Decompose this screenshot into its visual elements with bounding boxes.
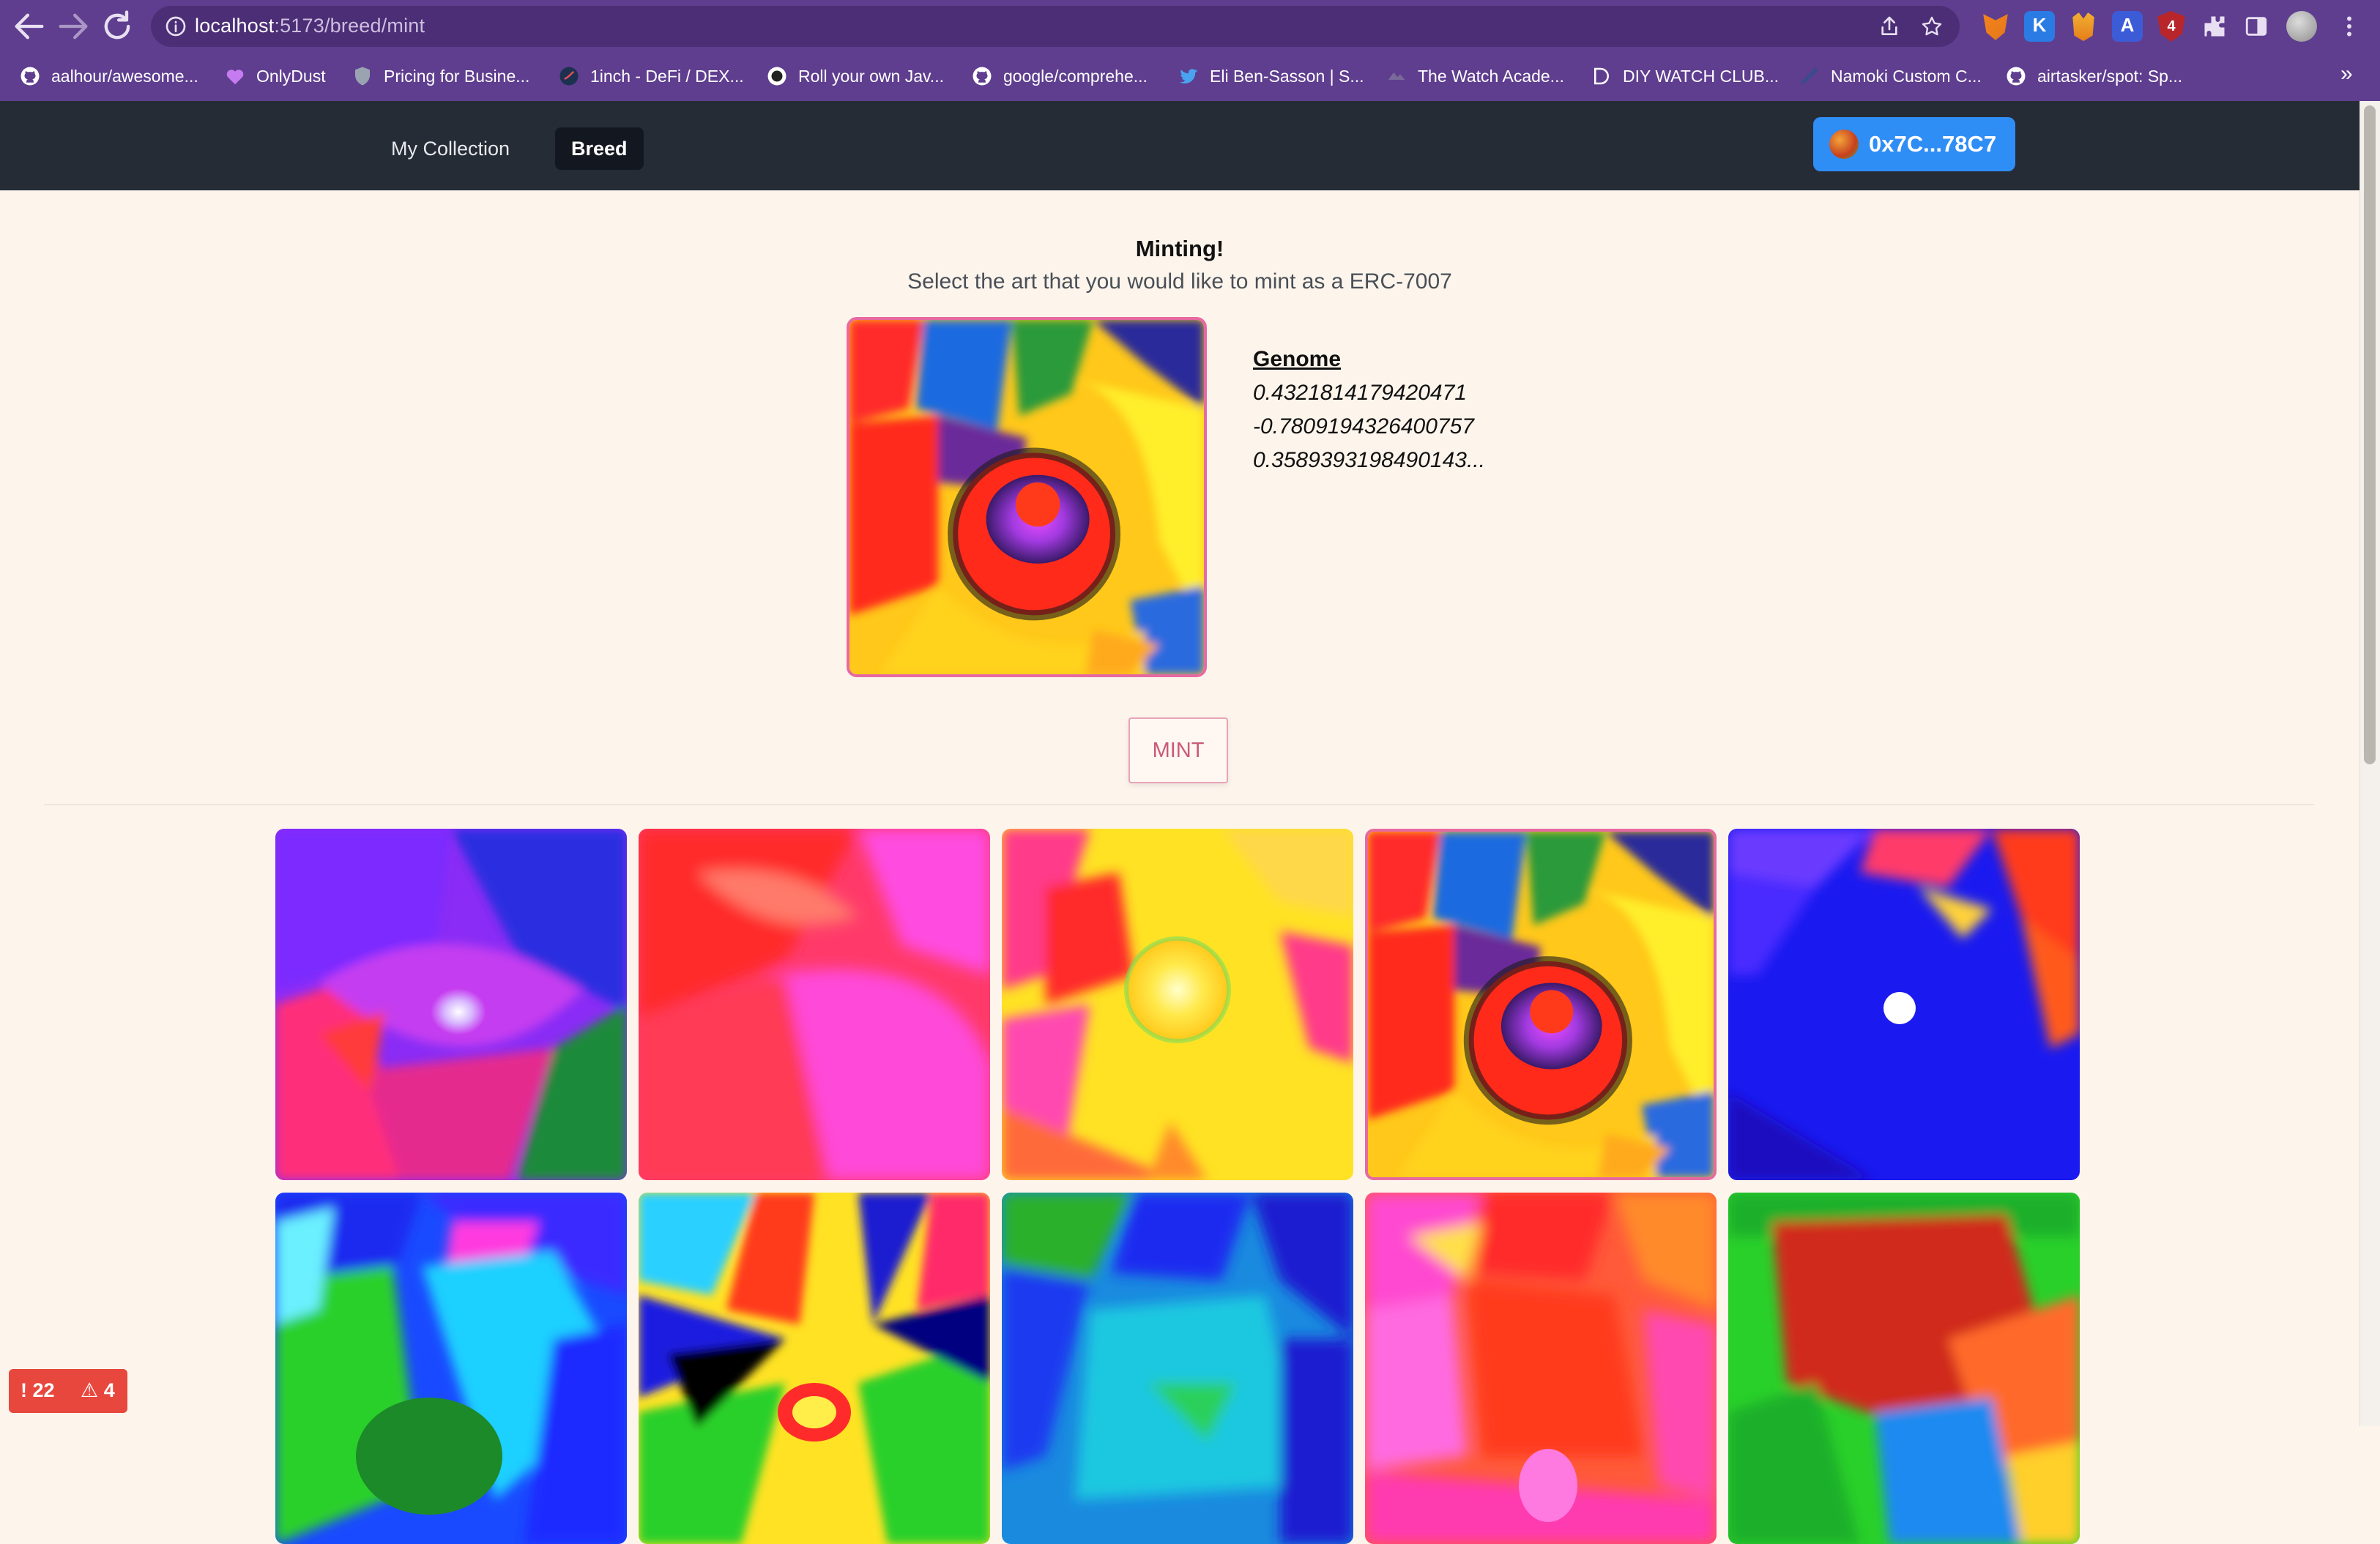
mint-button[interactable]: MINT: [1128, 717, 1228, 783]
wallet-avatar: [1829, 130, 1859, 159]
back-arrow-icon[interactable]: [10, 7, 48, 45]
bookmark-item[interactable]: google/comprehe...: [971, 61, 1148, 91]
bookmark-label: airtasker/spot: Sp...: [2037, 66, 2183, 86]
bookmark-item[interactable]: Namoki Custom C...: [1799, 61, 1982, 91]
bookmark-label: 1inch - DeFi / DEX...: [590, 66, 744, 86]
fox-extension-icon[interactable]: [2072, 12, 2094, 42]
bookmarks-overflow-button[interactable]: »: [2340, 61, 2353, 86]
address-bar[interactable]: localhost:5173/breed/mint: [151, 6, 1960, 47]
github-icon: [971, 65, 993, 87]
bookmark-item[interactable]: Eli Ben-Sasson | S...: [1178, 61, 1364, 91]
art-thumbnail[interactable]: [1728, 1193, 2080, 1544]
twitter-icon: [1178, 65, 1200, 87]
divider: [44, 804, 2314, 805]
shield-icon: [352, 65, 373, 87]
wallet-button[interactable]: 0x7C...78C7: [1813, 117, 2015, 171]
onlydust-icon: [224, 65, 246, 87]
bookmark-item[interactable]: aalhour/awesome...: [19, 61, 198, 91]
watch-icon: [1386, 65, 1407, 87]
extension-badge: 4: [2167, 18, 2176, 34]
art-thumbnail[interactable]: [275, 829, 627, 1180]
error-overlay-badge[interactable]: ! 22 ⚠ 4: [9, 1369, 127, 1413]
genome-label: Genome: [1253, 347, 1342, 371]
bookmark-label: Eli Ben-Sasson | S...: [1210, 66, 1364, 86]
bookmark-label: Namoki Custom C...: [1831, 66, 1982, 86]
rollup-icon: [766, 65, 788, 87]
genome-value: 0.3589393198490143...: [1253, 448, 1485, 472]
bookmark-item[interactable]: Pricing for Busine...: [352, 61, 529, 91]
a-extension-icon[interactable]: A: [2112, 11, 2143, 42]
scrollbar-thumb[interactable]: [2364, 105, 2376, 764]
reload-icon[interactable]: [98, 7, 136, 45]
info-icon[interactable]: [164, 15, 187, 38]
k-extension-icon[interactable]: K: [2024, 11, 2055, 42]
art-thumbnail-selected[interactable]: [1365, 829, 1717, 1180]
bookmark-item[interactable]: airtasker/spot: Sp...: [2005, 61, 2182, 91]
art-thumbnail[interactable]: [1365, 1193, 1717, 1544]
forward-arrow-icon[interactable]: [54, 7, 92, 45]
bookmark-item[interactable]: OnlyDust: [224, 61, 326, 91]
bookmark-item[interactable]: DIY WATCH CLUB...: [1591, 61, 1779, 91]
art-thumbnail[interactable]: [1728, 829, 2080, 1180]
share-icon[interactable]: [1878, 15, 1901, 38]
bookmark-item[interactable]: Roll your own Jav...: [766, 61, 944, 91]
selected-art-preview: [847, 317, 1207, 677]
bookmark-label: The Watch Acade...: [1418, 66, 1564, 86]
bookmark-item[interactable]: The Watch Acade...: [1386, 61, 1564, 91]
art-thumbnail[interactable]: [1002, 829, 1353, 1180]
bookmark-item[interactable]: 1inch - DeFi / DEX...: [558, 61, 744, 91]
page-title: Minting!: [1135, 236, 1224, 261]
bookmarks-bar: aalhour/awesome... OnlyDust Pricing for Bu…: [0, 53, 2380, 102]
bookmark-star-icon[interactable]: [1920, 15, 1944, 38]
1inch-icon: [558, 65, 580, 87]
ublock-extension-icon[interactable]: 4: [2157, 11, 2185, 42]
side-panel-icon[interactable]: [2244, 14, 2269, 39]
more-menu-icon[interactable]: [2336, 10, 2362, 42]
bookmark-label: OnlyDust: [256, 66, 326, 86]
extensions-puzzle-icon[interactable]: [2201, 13, 2228, 40]
metamask-extension-icon[interactable]: [1983, 14, 2008, 40]
github-icon: [19, 65, 41, 87]
profile-avatar[interactable]: [2286, 11, 2317, 42]
art-thumbnail[interactable]: [639, 1193, 990, 1544]
nav-my-collection[interactable]: My Collection: [375, 127, 526, 170]
diy-icon: [1591, 65, 1613, 87]
art-thumbnail[interactable]: [1002, 1193, 1353, 1544]
namoki-icon: [1799, 65, 1821, 87]
bookmark-label: DIY WATCH CLUB...: [1623, 66, 1779, 86]
wallet-address: 0x7C...78C7: [1869, 131, 1997, 157]
art-thumbnail[interactable]: [275, 1193, 627, 1544]
genome-value: 0.4321814179420471: [1253, 381, 1467, 405]
page-subtitle: Select the art that you would like to mi…: [907, 269, 1452, 294]
error-count: ! 22: [21, 1379, 55, 1401]
bookmark-label: Roll your own Jav...: [798, 66, 944, 86]
url-text: localhost:5173/breed/mint: [195, 15, 425, 37]
browser-toolbar: localhost:5173/breed/mint K A 4: [0, 0, 2380, 53]
warning-count: ⚠ 4: [81, 1379, 115, 1401]
bookmark-label: Pricing for Busine...: [384, 66, 530, 86]
genome-value: -0.7809194326400757: [1253, 414, 1474, 439]
bookmark-label: google/comprehe...: [1003, 66, 1148, 86]
nav-breed[interactable]: Breed: [555, 127, 644, 170]
art-thumbnail[interactable]: [639, 829, 990, 1180]
github-icon: [2005, 65, 2027, 87]
bookmark-label: aalhour/awesome...: [51, 66, 198, 86]
app-header: My Collection Breed 0x7C...78C7: [0, 101, 2359, 190]
